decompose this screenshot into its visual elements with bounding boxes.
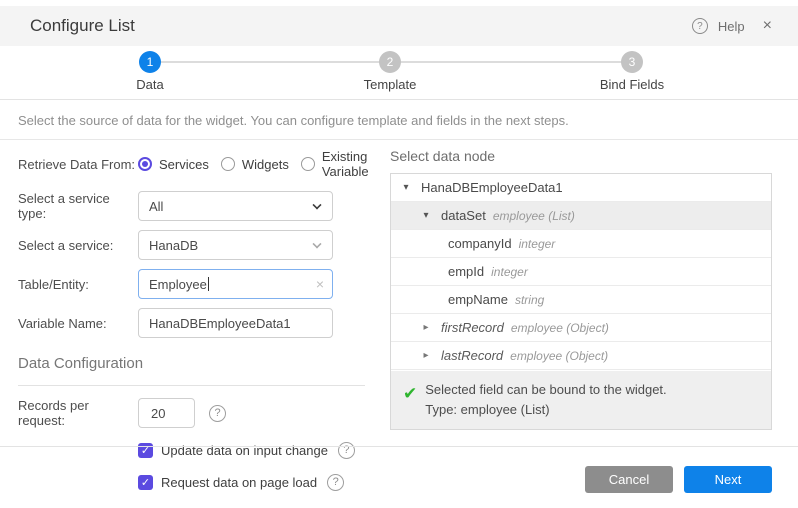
variable-name-label: Variable Name: xyxy=(18,316,138,331)
close-icon[interactable]: × xyxy=(763,17,772,35)
text-cursor xyxy=(208,277,209,291)
step-2-circle: 2 xyxy=(379,51,401,73)
tree-node-root[interactable]: ▾ HanaDBEmployeeData1 xyxy=(391,174,771,202)
tree-node-type: string xyxy=(515,293,544,307)
step-1-circle: 1 xyxy=(139,51,161,73)
tree-node-name: lastRecord xyxy=(441,348,503,363)
binding-status-line2: Type: employee (List) xyxy=(425,400,666,420)
step-template[interactable]: 2 Template xyxy=(330,51,450,92)
step-bind-fields[interactable]: 3 Bind Fields xyxy=(572,51,692,92)
dialog-footer: Cancel Next xyxy=(0,446,798,493)
chevron-down-icon xyxy=(312,200,321,209)
variable-name-input[interactable]: HanaDBEmployeeData1 xyxy=(138,308,333,338)
select-data-node-panel: Select data node ▾ HanaDBEmployeeData1 ▾… xyxy=(390,140,772,430)
step-description: Select the source of data for the widget… xyxy=(18,113,569,128)
tree-node-type: employee (Object) xyxy=(510,349,608,363)
help-link[interactable]: Help xyxy=(718,19,745,34)
help-circle-icon[interactable]: ? xyxy=(209,405,226,422)
step-1-label: Data xyxy=(90,77,210,92)
tree-node-lastrecord[interactable]: ▸ lastRecord employee (Object) xyxy=(391,342,771,370)
caret-right-icon[interactable]: ▸ xyxy=(420,350,432,361)
retrieve-data-from-label: Retrieve Data From: xyxy=(18,157,138,172)
tree-node-name: dataSet xyxy=(441,208,486,223)
step-3-circle: 3 xyxy=(621,51,643,73)
service-label: Select a service: xyxy=(18,238,138,253)
chevron-down-icon xyxy=(312,239,321,248)
caret-right-icon[interactable]: ▸ xyxy=(420,322,432,333)
records-per-request-value: 20 xyxy=(151,406,165,421)
wizard-stepper: 1 Data 2 Template 3 Bind Fields xyxy=(0,46,798,100)
tree-node-type: integer xyxy=(491,265,528,279)
step-2-label: Template xyxy=(330,77,450,92)
help-icon[interactable]: ? xyxy=(692,18,708,34)
variable-name-value: HanaDBEmployeeData1 xyxy=(149,316,291,331)
binding-status-line1: Selected field can be bound to the widge… xyxy=(425,380,666,400)
tree-node-name: HanaDBEmployeeData1 xyxy=(421,180,563,195)
radio-existing-variable-label[interactable]: Existing Variable xyxy=(322,149,369,179)
radio-services-label[interactable]: Services xyxy=(159,157,209,172)
step-data[interactable]: 1 Data xyxy=(90,51,210,92)
service-type-value: All xyxy=(149,199,163,214)
tree-node-dataset[interactable]: ▾ dataSet employee (List) xyxy=(391,202,771,230)
success-check-icon: ✔ xyxy=(403,384,417,404)
tree-node-companyid[interactable]: companyId integer xyxy=(391,230,771,258)
records-per-request-label: Records per request: xyxy=(18,398,138,428)
tree-node-type: employee (Object) xyxy=(511,321,609,335)
records-per-request-input[interactable]: 20 xyxy=(138,398,195,428)
configure-list-dialog: Configure List ? Help × 1 Data 2 Templat… xyxy=(0,0,798,508)
tree-node-name: empId xyxy=(448,264,484,279)
tree-node-firstrecord[interactable]: ▸ firstRecord employee (Object) xyxy=(391,314,771,342)
table-entity-input[interactable]: Employee × xyxy=(138,269,333,299)
radio-existing-variable[interactable] xyxy=(301,157,315,171)
service-select[interactable]: HanaDB xyxy=(138,230,333,260)
tree-node-type: integer xyxy=(519,237,556,251)
caret-down-icon[interactable]: ▾ xyxy=(400,182,412,193)
tree-node-empname[interactable]: empName string xyxy=(391,286,771,314)
data-node-tree: ▾ HanaDBEmployeeData1 ▾ dataSet employee… xyxy=(390,173,772,430)
service-value: HanaDB xyxy=(149,238,198,253)
table-entity-label: Table/Entity: xyxy=(18,277,138,292)
tree-node-name: empName xyxy=(448,292,508,307)
step-description-row: Select the source of data for the widget… xyxy=(0,101,798,140)
retrieve-data-radio-group: Services Widgets Existing Variable xyxy=(138,149,374,179)
clear-icon[interactable]: × xyxy=(316,276,324,292)
tree-node-empid[interactable]: empId integer xyxy=(391,258,771,286)
tree-node-type: employee (List) xyxy=(493,209,575,223)
step-3-label: Bind Fields xyxy=(572,77,692,92)
radio-services[interactable] xyxy=(138,157,152,171)
dialog-title: Configure List xyxy=(30,16,135,36)
section-divider xyxy=(18,385,365,386)
caret-down-icon[interactable]: ▾ xyxy=(420,210,432,221)
cancel-button[interactable]: Cancel xyxy=(585,466,673,493)
table-entity-value: Employee xyxy=(149,277,207,292)
dialog-titlebar: Configure List ? Help × xyxy=(0,6,798,46)
radio-widgets-label[interactable]: Widgets xyxy=(242,157,289,172)
service-type-select[interactable]: All xyxy=(138,191,333,221)
radio-widgets[interactable] xyxy=(221,157,235,171)
service-type-label: Select a service type: xyxy=(18,191,138,221)
data-configuration-heading: Data Configuration xyxy=(18,355,368,372)
binding-status-message: ✔ Selected field can be bound to the wid… xyxy=(391,371,771,429)
data-source-form: Retrieve Data From: Services Widgets Exi… xyxy=(18,140,368,492)
select-data-node-title: Select data node xyxy=(390,148,772,164)
tree-node-name: companyId xyxy=(448,236,512,251)
tree-node-name: firstRecord xyxy=(441,320,504,335)
next-button[interactable]: Next xyxy=(684,466,772,493)
